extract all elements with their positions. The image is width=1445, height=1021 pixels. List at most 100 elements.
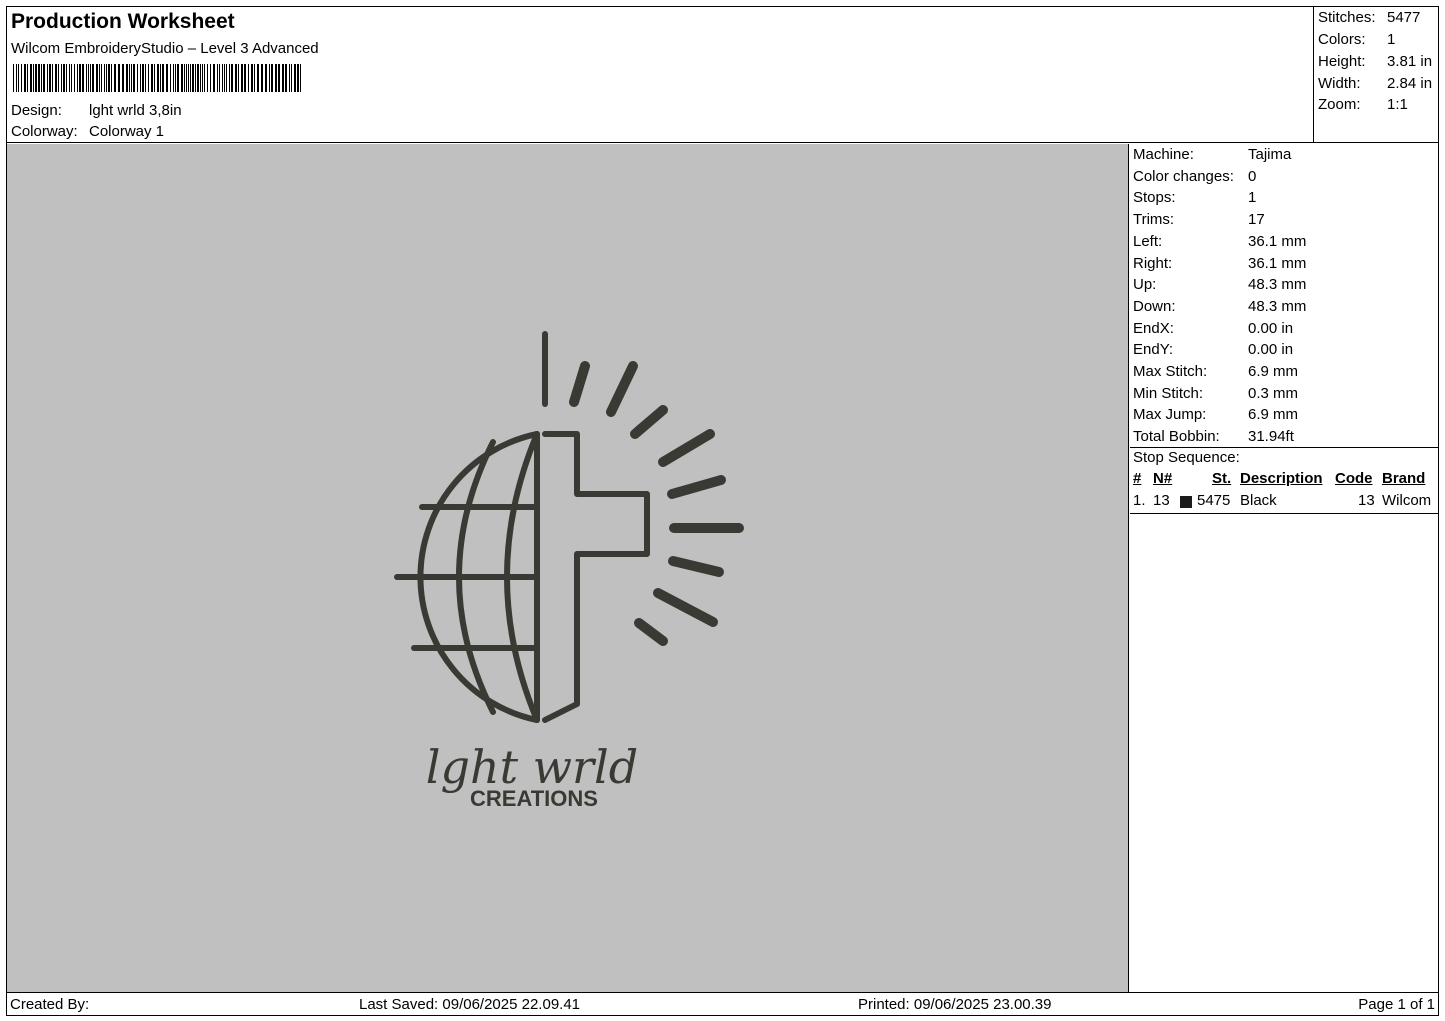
barcode-bar xyxy=(140,64,141,92)
printed-date: Printed: 09/06/2025 23.00.39 xyxy=(858,996,1052,1013)
design-label: Design: xyxy=(11,102,62,119)
machine-info-row: EndX: 0.00 in xyxy=(1133,320,1293,337)
row-n: 13 xyxy=(1153,492,1170,509)
info-value: 6.9 mm xyxy=(1248,406,1299,424)
embroidery-logo: lght wrld CREATIONS xyxy=(394,331,744,811)
barcode-bar xyxy=(291,64,292,92)
zoom-row: Zoom: 1:1 xyxy=(1318,96,1408,113)
info-value: 0.00 in xyxy=(1248,319,1294,337)
barcode-bar xyxy=(21,64,22,92)
barcode-bar xyxy=(229,64,230,92)
barcode-bar xyxy=(148,64,149,92)
col-brand: Brand xyxy=(1382,470,1426,487)
machine-info-row: Stops: 1 xyxy=(1133,189,1256,206)
info-label: Left: xyxy=(1133,232,1163,250)
barcode-bar xyxy=(74,64,75,92)
barcode-bar xyxy=(210,64,211,92)
stop-sequence-row: 1. 13 5475 Black 13 Wilcom xyxy=(1130,492,1438,512)
barcode-bar xyxy=(118,64,120,92)
logo-block-text: CREATIONS xyxy=(470,786,598,811)
colorway-label: Colorway: xyxy=(11,123,78,140)
stop-sequence-header: # N# St. Description Code Brand xyxy=(1130,470,1438,490)
barcode-bar xyxy=(251,64,253,92)
barcode-bar xyxy=(92,64,94,92)
barcode-bar xyxy=(24,64,26,92)
width-label: Width: xyxy=(1318,75,1361,92)
colors-value: 1 xyxy=(1387,31,1396,48)
barcode-bar xyxy=(269,64,270,92)
stitches-row: Stitches: 5477 xyxy=(1318,9,1420,26)
barcode-bar xyxy=(101,64,102,92)
design-preview: lght wrld CREATIONS xyxy=(7,144,1129,992)
barcode-bar xyxy=(289,64,290,92)
barcode-bar xyxy=(99,64,100,92)
divider xyxy=(1130,513,1438,514)
barcode-bar xyxy=(224,64,225,92)
machine-info-row: Down: 48.3 mm xyxy=(1133,298,1306,315)
design-summary: Stitches: 5477 Colors: 1 Height: 3.81 in… xyxy=(1314,7,1438,143)
barcode-bar xyxy=(235,64,237,92)
worksheet-footer: Created By: Last Saved: 09/06/2025 22.09… xyxy=(7,992,1438,1016)
barcode-bar xyxy=(166,64,168,92)
barcode-bar xyxy=(61,64,62,92)
info-value: 17 xyxy=(1248,211,1265,229)
barcode-bar xyxy=(181,64,183,92)
height-value: 3.81 in xyxy=(1387,53,1433,70)
barcode-bar xyxy=(49,64,51,92)
light-ray-5 xyxy=(667,475,726,499)
barcode-bar xyxy=(69,64,70,92)
barcode-bar xyxy=(271,64,273,92)
barcode-bar xyxy=(106,64,107,92)
barcode-bar xyxy=(13,64,14,92)
machine-info-row: Max Jump: 6.9 mm xyxy=(1133,406,1298,423)
barcode-bar xyxy=(33,64,34,92)
zoom-label: Zoom: xyxy=(1318,96,1361,113)
info-label: Up: xyxy=(1133,276,1157,294)
barcode-bar xyxy=(254,64,255,92)
col-st: St. xyxy=(1212,470,1232,487)
barcode-bar xyxy=(66,64,67,92)
barcode-bar xyxy=(282,64,284,92)
machine-info-row: Min Stitch: 0.3 mm xyxy=(1133,385,1298,402)
barcode-bar xyxy=(200,64,201,92)
machine-info-row: Total Bobbin: 31.94ft xyxy=(1133,428,1294,445)
barcode-bar xyxy=(278,64,280,92)
light-ray-2 xyxy=(606,361,638,417)
barcode-bar xyxy=(122,64,124,92)
barcode-bar xyxy=(219,64,220,92)
info-value: 31.94ft xyxy=(1248,428,1294,446)
info-label: Min Stitch: xyxy=(1133,384,1204,402)
machine-info-row: Color changes: 0 xyxy=(1133,168,1256,185)
light-ray-3 xyxy=(630,405,668,439)
info-label: Trims: xyxy=(1133,211,1175,229)
barcode-bar xyxy=(63,64,65,92)
barcode-bar xyxy=(186,64,187,92)
row-num: 1. xyxy=(1133,492,1146,509)
barcode-bar xyxy=(104,64,105,92)
info-value: 36.1 mm xyxy=(1248,232,1307,250)
barcode-bar xyxy=(137,64,138,92)
barcode-bar xyxy=(90,64,91,92)
machine-info-row: Trims: 17 xyxy=(1133,211,1265,228)
machine-info-row: EndY: 0.00 in xyxy=(1133,341,1293,358)
barcode-bar xyxy=(151,64,153,92)
barcode-bar xyxy=(160,64,161,92)
info-label: Max Jump: xyxy=(1133,406,1207,424)
colors-label: Colors: xyxy=(1318,31,1366,48)
row-code: 13 xyxy=(1358,492,1375,509)
barcode-bar xyxy=(157,64,159,92)
barcode-bar xyxy=(177,64,179,92)
divider xyxy=(1130,447,1438,448)
info-label: Stops: xyxy=(1133,189,1176,207)
barcode-bar xyxy=(217,64,218,92)
info-label: Machine: xyxy=(1133,146,1194,163)
light-ray-9 xyxy=(634,618,668,646)
barcode-bar xyxy=(108,64,110,92)
barcode-bar xyxy=(197,64,199,92)
barcode-bar xyxy=(35,64,37,92)
width-row: Width: 2.84 in xyxy=(1318,75,1432,92)
stitches-label: Stitches: xyxy=(1318,9,1376,26)
stitches-value: 5477 xyxy=(1387,9,1421,26)
barcode-bar xyxy=(55,64,57,92)
barcode-bar xyxy=(285,64,287,92)
